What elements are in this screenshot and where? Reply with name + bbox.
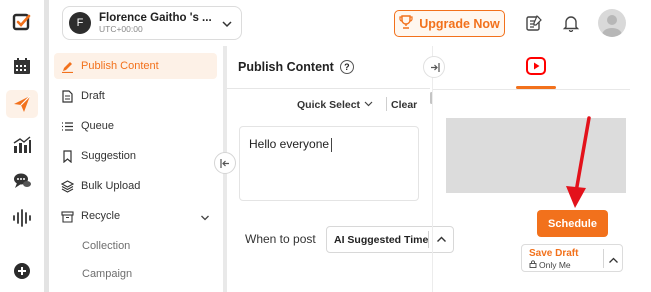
engage-chat-icon[interactable] [6, 167, 38, 195]
sidebar-item-label: Queue [81, 120, 115, 132]
sidebar-item-bulk-upload[interactable]: Bulk Upload [54, 173, 217, 199]
rail-divider [44, 0, 49, 292]
sidebar-item-queue[interactable]: Queue [54, 113, 217, 139]
sidebar-item-label: Recycle [81, 210, 121, 222]
sidebar-item-draft[interactable]: Draft [54, 83, 217, 109]
page-title: Publish Content [238, 60, 334, 74]
notes-icon[interactable] [522, 11, 546, 35]
when-to-post-select[interactable]: AI Suggested Time [326, 226, 454, 253]
upgrade-now-button[interactable]: Upgrade Now [394, 10, 505, 37]
publish-content-title: Publish Content ? [238, 60, 354, 74]
sidebar-subitem-collection[interactable]: Collection [82, 240, 130, 252]
queue-icon [60, 119, 74, 133]
visibility-text: Only Me [539, 260, 571, 270]
account-avatar: F [69, 12, 91, 34]
panel-splitter [432, 46, 433, 292]
account-name: Florence Gaitho 's ... [99, 12, 212, 24]
lock-icon [529, 260, 537, 270]
toolbar-separator [386, 97, 387, 111]
annotation-arrow [540, 112, 600, 217]
button-separator [603, 249, 604, 268]
when-to-post-value: AI Suggested Time [334, 233, 429, 246]
sidebar-item-publish-content[interactable]: Publish Content [54, 53, 217, 79]
account-timezone: UTC+00:00 [99, 23, 143, 34]
text-caret [331, 137, 333, 152]
chevron-down-icon [364, 99, 373, 111]
help-icon[interactable]: ? [339, 60, 354, 74]
sidebar-item-label: Draft [81, 90, 105, 102]
trophy-icon [399, 15, 413, 32]
calendar-icon[interactable] [6, 52, 38, 80]
chevron-down-icon [221, 17, 233, 35]
chevron-down-icon[interactable] [200, 210, 210, 228]
sidebar-item-label: Bulk Upload [81, 180, 141, 192]
bookmark-icon [60, 149, 74, 163]
draft-icon [60, 89, 74, 103]
user-avatar[interactable] [598, 9, 626, 37]
analytics-icon[interactable] [6, 131, 38, 159]
clear-button[interactable]: Clear [391, 99, 417, 111]
when-to-post-label: When to post [245, 232, 316, 246]
save-draft-button[interactable]: Save Draft Only Me [521, 244, 623, 272]
sidebar-subitem-campaign[interactable]: Campaign [82, 268, 132, 280]
expand-preview-button[interactable] [423, 56, 445, 78]
add-circle-icon[interactable] [6, 257, 38, 285]
chevron-up-icon[interactable] [608, 253, 619, 271]
app-rail [0, 0, 44, 292]
save-draft-label: Save Draft [529, 248, 579, 259]
account-switcher[interactable]: F Florence Gaitho 's ... UTC+00:00 [62, 6, 242, 40]
preview-divider [433, 89, 630, 90]
pencil-icon [60, 59, 74, 73]
quick-select-label: Quick Select [297, 99, 361, 111]
sidebar-item-label: Publish Content [81, 60, 159, 72]
youtube-icon[interactable] [522, 54, 550, 78]
collapse-sidebar-button[interactable] [214, 152, 236, 174]
sidebar-item-label: Suggestion [81, 150, 137, 162]
schedule-button[interactable]: Schedule [537, 210, 608, 237]
layers-icon [60, 179, 74, 193]
panel-divider [227, 88, 430, 89]
archive-icon [60, 209, 74, 223]
quick-select-dropdown[interactable]: Quick Select [297, 99, 373, 111]
listening-waves-icon[interactable] [6, 204, 38, 232]
sidebar-item-suggestion[interactable]: Suggestion [54, 143, 217, 169]
dashboard-check-icon[interactable] [6, 8, 38, 36]
bell-icon[interactable] [559, 11, 583, 35]
publish-send-icon[interactable] [6, 90, 38, 118]
visibility-label: Only Me [529, 260, 571, 270]
upgrade-label: Upgrade Now [419, 16, 500, 31]
post-editor[interactable]: Hello everyone [239, 126, 419, 201]
sidebar-item-recycle[interactable]: Recycle [54, 203, 217, 229]
editor-text: Hello everyone [249, 137, 330, 151]
